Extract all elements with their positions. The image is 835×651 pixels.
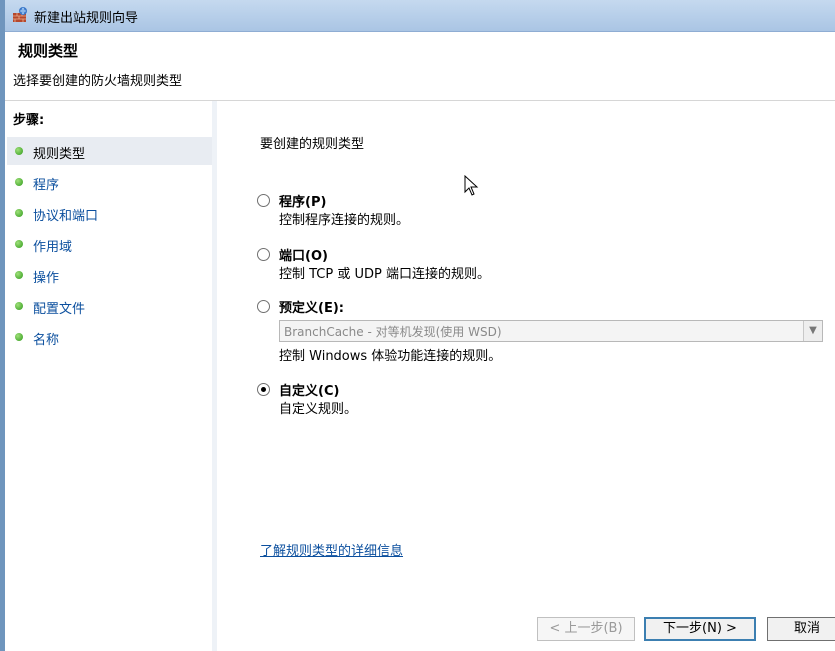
cancel-button[interactable]: 取消 <box>767 617 835 641</box>
custom-radio[interactable] <box>257 383 270 396</box>
next-button[interactable]: 下一步(N) > <box>644 617 756 641</box>
step-label: 程序 <box>33 178 60 193</box>
step-name[interactable]: 名称 <box>7 323 212 351</box>
step-profile[interactable]: 配置文件 <box>7 292 212 320</box>
step-bullet-icon <box>15 333 23 341</box>
window-title: 新建出站规则向导 <box>34 11 139 26</box>
firewall-icon <box>13 7 27 22</box>
rule-type-content: 要创建的规则类型 程序(P) 控制程序连接的规则。 端口(O) 控制 TCP 或… <box>217 101 835 651</box>
step-action[interactable]: 操作 <box>7 261 212 289</box>
option-description: 控制程序连接的规则。 <box>279 213 410 228</box>
option-title: 端口(O) <box>279 249 328 264</box>
step-bullet-icon <box>15 209 23 217</box>
step-label: 协议和端口 <box>33 209 99 224</box>
step-program[interactable]: 程序 <box>7 168 212 196</box>
option-description: 控制 Windows 体验功能连接的规则。 <box>279 349 502 364</box>
program-radio[interactable] <box>257 194 270 207</box>
option-title: 预定义(E): <box>279 301 344 316</box>
rule-type-prompt: 要创建的规则类型 <box>260 137 365 152</box>
step-rule-type[interactable]: 规则类型 <box>7 137 212 165</box>
step-protocol-and-ports[interactable]: 协议和端口 <box>7 199 212 227</box>
step-bullet-icon <box>15 302 23 310</box>
wizard-header: 规则类型 选择要创建的防火墙规则类型 <box>5 32 835 101</box>
predefined-dropdown[interactable]: BranchCache - 对等机发现(使用 WSD) ▼ <box>279 320 823 342</box>
steps-title: 步骤: <box>13 113 45 128</box>
step-label: 名称 <box>33 333 60 348</box>
step-bullet-icon <box>15 271 23 279</box>
back-button[interactable]: < 上一步(B) <box>537 617 635 641</box>
mouse-pointer-icon <box>464 175 479 196</box>
learn-more-link[interactable]: 了解规则类型的详细信息 <box>260 540 403 559</box>
title-bar: 新建出站规则向导 <box>5 0 835 32</box>
step-scope[interactable]: 作用域 <box>7 230 212 258</box>
steps-panel: 步骤: 规则类型 程序 协议和端口 作用域 操作 配置文件 名称 <box>5 101 212 651</box>
option-title: 自定义(C) <box>279 384 340 399</box>
step-label: 操作 <box>33 271 60 286</box>
option-description: 自定义规则。 <box>279 402 358 417</box>
chevron-down-icon[interactable]: ▼ <box>803 321 822 341</box>
option-description: 控制 TCP 或 UDP 端口连接的规则。 <box>279 267 490 282</box>
step-bullet-icon <box>15 240 23 248</box>
step-bullet-icon <box>15 178 23 186</box>
page-title: 规则类型 <box>18 42 79 60</box>
dropdown-selected-value: BranchCache - 对等机发现(使用 WSD) <box>284 325 502 339</box>
step-label: 规则类型 <box>33 147 86 162</box>
step-label: 配置文件 <box>33 302 86 317</box>
option-title: 程序(P) <box>279 195 327 210</box>
page-subtitle: 选择要创建的防火墙规则类型 <box>13 74 183 89</box>
step-bullet-icon <box>15 147 23 155</box>
port-radio[interactable] <box>257 248 270 261</box>
step-label: 作用域 <box>33 240 73 255</box>
predefined-radio[interactable] <box>257 300 270 313</box>
